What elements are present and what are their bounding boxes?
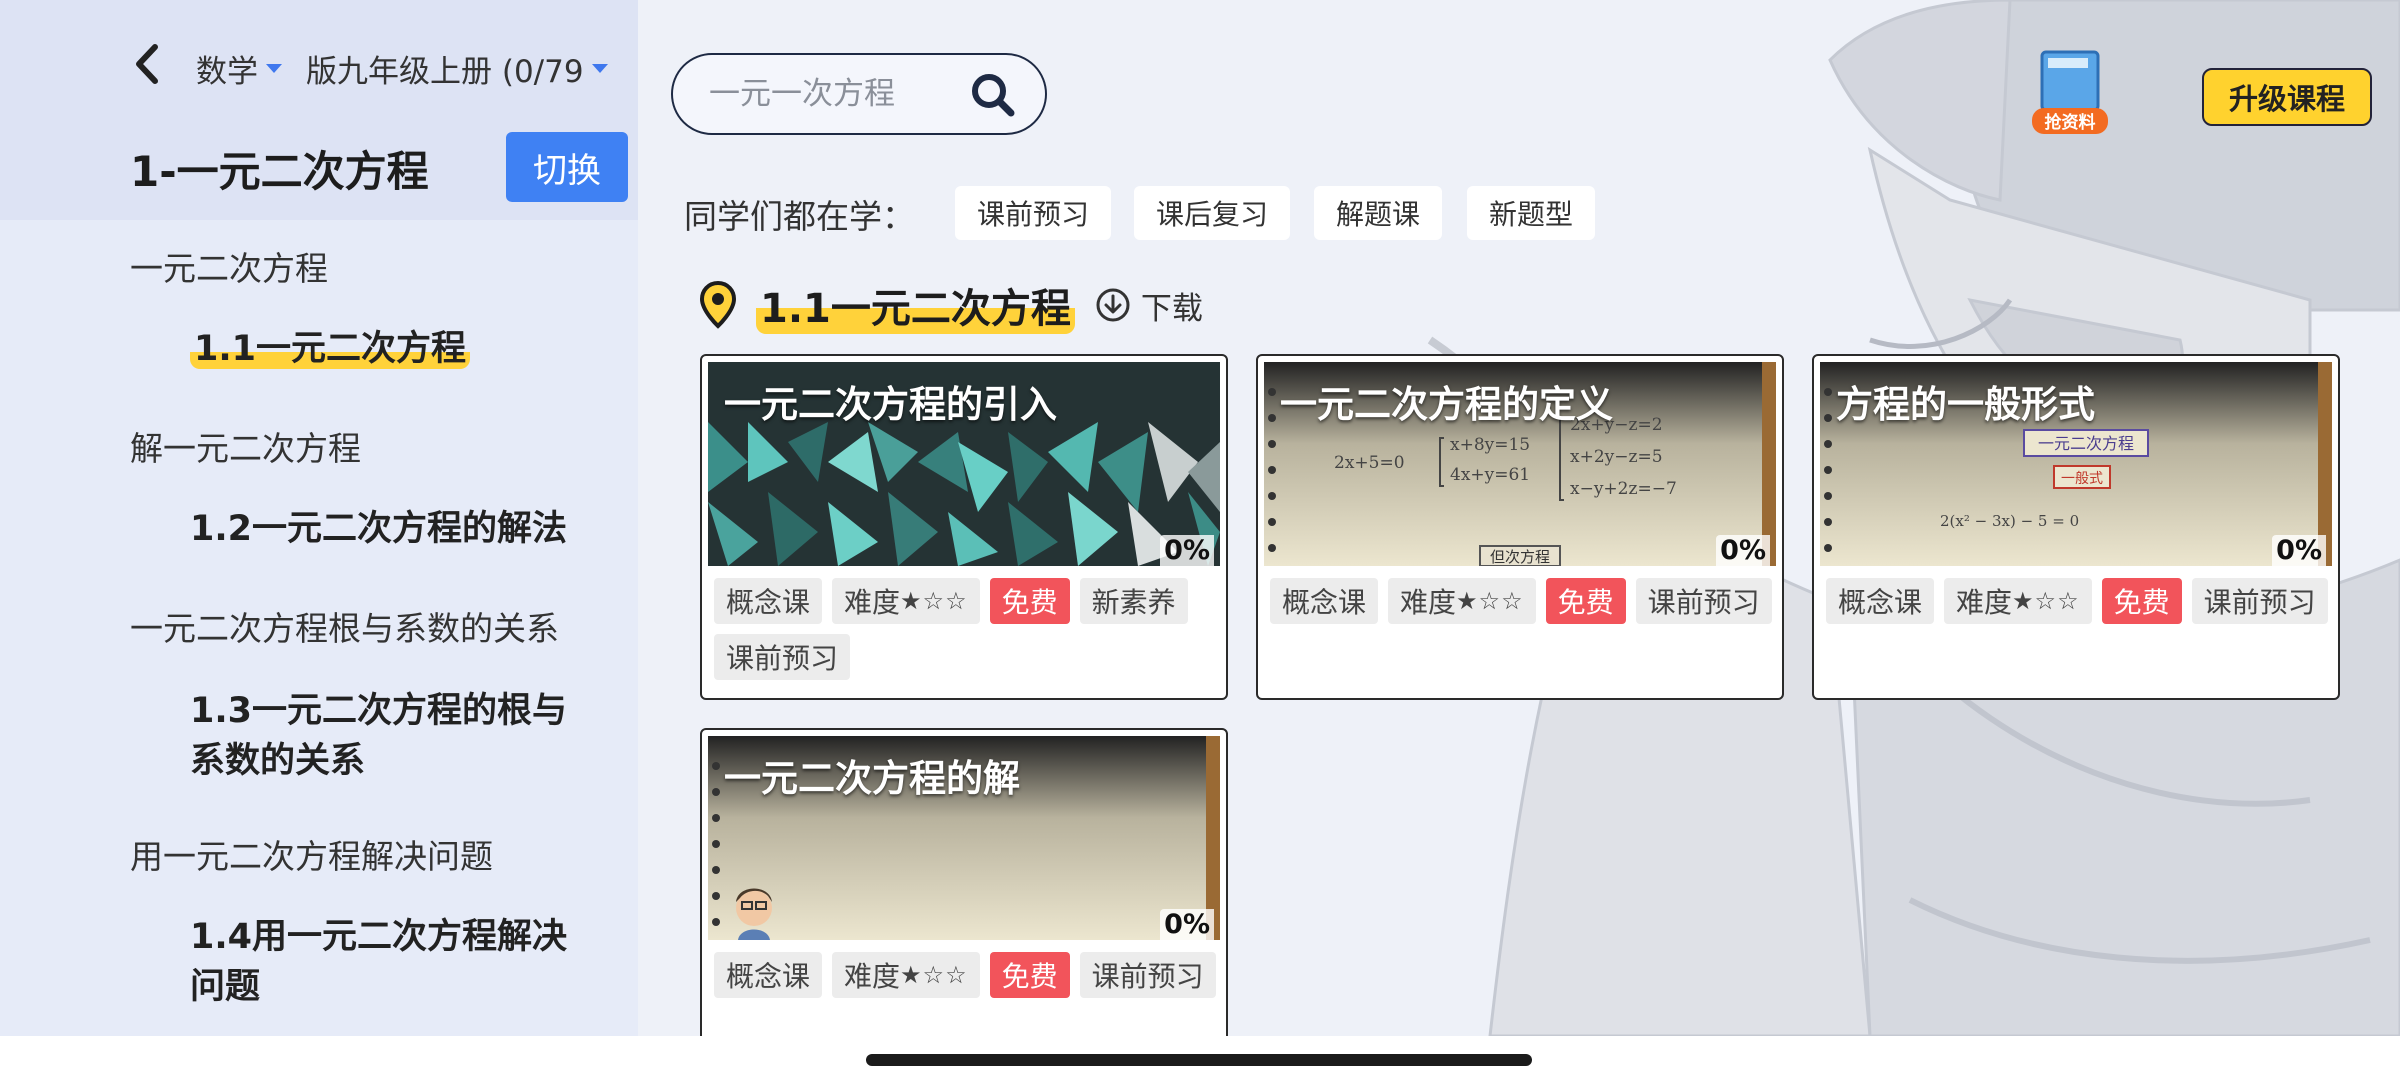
sidebar-section[interactable]: 一元二次方程 [130,242,328,290]
home-indicator[interactable] [866,1054,1532,1066]
caret-down-icon [591,64,608,73]
free-badge: 免费 [989,578,1070,624]
board-box-2: 一般式 [2061,471,2103,487]
board-box: 一元二次方程 [2038,434,2134,453]
popular-label: 同学们都在学： [684,197,915,236]
promo-book-button[interactable]: 抢资料 [2026,48,2114,136]
board-eq-3c: x−y+2z=−7 [1570,479,1677,499]
tag: 概念课 [714,952,823,998]
board-eq-2b: 4x+y=61 [1450,465,1530,485]
chevron-left-icon [136,44,158,84]
search-input[interactable] [709,76,939,112]
download-button[interactable]: 下载 [1095,283,1203,328]
sidebar-lesson-label: 1.2一元二次方程的解法 [190,509,568,549]
free-badge: 免费 [2101,578,2182,624]
tag: 新素养 [1079,578,1188,624]
promo-label: 抢资料 [2045,112,2096,133]
popular-chip[interactable]: 新题型 [1467,186,1595,240]
sidebar-lesson-label: 1.1一元二次方程 [190,329,471,369]
difficulty-tag: 难度 ★☆☆ [1388,578,1536,624]
sidebar-section[interactable]: 用一元二次方程解决问题 [130,830,493,878]
chapter-title: 1-一元二次方程 [130,147,429,196]
card-tags: 概念课 难度 ★☆☆ 免费 新素养 课前预习 [714,578,1218,680]
card-tags: 概念课 难度 ★☆☆ 免费 课前预习 [1270,578,1774,624]
free-badge: 免费 [1545,578,1626,624]
lesson-title: 1.1一元二次方程 [756,276,1075,334]
book-label: 版九年级上册 (0/79 [306,54,584,90]
lesson-card[interactable]: 一元二次方程的解 0% 概念课 难度 ★☆☆ 免费 课前预习 [700,728,1228,1058]
sidebar: 数学 版九年级上册 (0/79 1-一元二次方程 切换 一元二次方程 1.1一元… [0,0,638,1036]
card-title: 一元二次方程的解 [724,757,1020,800]
book-selector[interactable]: 版九年级上册 (0/79 [306,46,608,91]
progress-label: 0% [1160,909,1214,940]
popular-chip[interactable]: 课前预习 [955,186,1111,240]
download-icon [1096,288,1130,322]
card-title: 一元二次方程的引入 [724,383,1057,426]
tag: 课前预习 [714,634,851,680]
lesson-card[interactable]: 一元二次方程 一般式 2(x² − 3x) − 5 = 0 方程的一般形式 0%… [1812,354,2340,700]
upgrade-course-button[interactable]: 升级课程 [2202,68,2372,126]
sidebar-lesson-active[interactable]: 1.1一元二次方程 [190,324,471,374]
tag: 概念课 [714,578,823,624]
board-eq-2a: x+8y=15 [1450,435,1530,455]
tag: 课前预习 [1635,578,1772,624]
difficulty-tag: 难度 ★☆☆ [832,578,980,624]
card-title: 方程的一般形式 [1836,383,2095,426]
tag: 课前预习 [2191,578,2328,624]
lesson-card[interactable]: 一元二次方程的引入 0% 概念课 难度 ★☆☆ 免费 新素养 课前预习 [700,354,1228,700]
card-tags: 概念课 难度 ★☆☆ 免费 课前预习 [714,952,1218,998]
sidebar-section[interactable]: 一元二次方程根与系数的关系 [130,602,559,650]
sidebar-lesson[interactable]: 1.2一元二次方程的解法 [190,504,567,554]
board-caption: 但次方程 [1490,548,1550,566]
search-box[interactable] [671,53,1047,135]
difficulty-tag: 难度 ★☆☆ [1944,578,2092,624]
difficulty-tag: 难度 ★☆☆ [832,952,980,998]
progress-label: 0% [1716,535,1770,566]
difficulty-label: 难度 [1956,586,2013,619]
back-button[interactable] [126,44,166,84]
card-thumbnail: 一元二次方程的解 0% [708,736,1220,940]
sidebar-lesson-label-line2: 系数的关系 [190,741,366,781]
sidebar-lesson-label-line1: 1.3一元二次方程的根与 [190,691,568,731]
sidebar-lesson-label-line2: 问题 [190,967,261,1007]
card-thumbnail: 2x+5=0 x+8y=15 4x+y=61 2x+y−z=2 x+2y−z=5… [1264,362,1776,566]
location-pin-icon [699,280,737,329]
download-label: 下载 [1140,290,1203,327]
star-rating: ★☆☆ [2012,587,2080,615]
difficulty-label: 难度 [844,586,901,619]
book-icon: 抢资料 [2032,50,2108,134]
subject-label: 数学 [196,54,258,90]
search-icon[interactable] [969,71,1017,119]
tag: 概念课 [1270,578,1379,624]
star-rating: ★☆☆ [900,961,968,989]
card-tags: 概念课 难度 ★☆☆ 免费 课前预习 [1826,578,2330,624]
star-rating: ★☆☆ [900,587,968,615]
board-eq-1: 2x+5=0 [1334,453,1405,473]
sidebar-lesson[interactable]: 1.4用一元二次方程解决 问题 [190,912,567,1012]
free-badge: 免费 [989,952,1070,998]
switch-button[interactable]: 切换 [506,132,628,202]
star-rating: ★☆☆ [1456,587,1524,615]
tag: 概念课 [1826,578,1935,624]
board-eq: 2(x² − 3x) − 5 = 0 [1940,512,2079,530]
popular-chip[interactable]: 解题课 [1314,186,1442,240]
board-eq-3b: x+2y−z=5 [1570,447,1663,467]
sidebar-lesson-label-line1: 1.4用一元二次方程解决 [190,917,568,957]
card-title: 一元二次方程的定义 [1280,383,1613,426]
sidebar-lesson[interactable]: 1.3一元二次方程的根与 系数的关系 [190,686,567,786]
popular-chip[interactable]: 课后复习 [1134,186,1290,240]
caret-down-icon [266,64,282,73]
difficulty-label: 难度 [1400,586,1457,619]
difficulty-label: 难度 [844,960,901,993]
card-thumbnail: 一元二次方程 一般式 2(x² − 3x) − 5 = 0 方程的一般形式 0% [1820,362,2332,566]
sidebar-section[interactable]: 解一元二次方程 [130,422,361,470]
tag: 课前预习 [1079,952,1216,998]
progress-label: 0% [2272,535,2326,566]
lesson-header: 1.1一元二次方程 下载 [698,276,1203,334]
subject-selector[interactable]: 数学 [196,46,282,91]
progress-label: 0% [1160,535,1214,566]
lesson-card[interactable]: 2x+5=0 x+8y=15 4x+y=61 2x+y−z=2 x+2y−z=5… [1256,354,1784,700]
card-thumbnail: 一元二次方程的引入 0% [708,362,1220,566]
